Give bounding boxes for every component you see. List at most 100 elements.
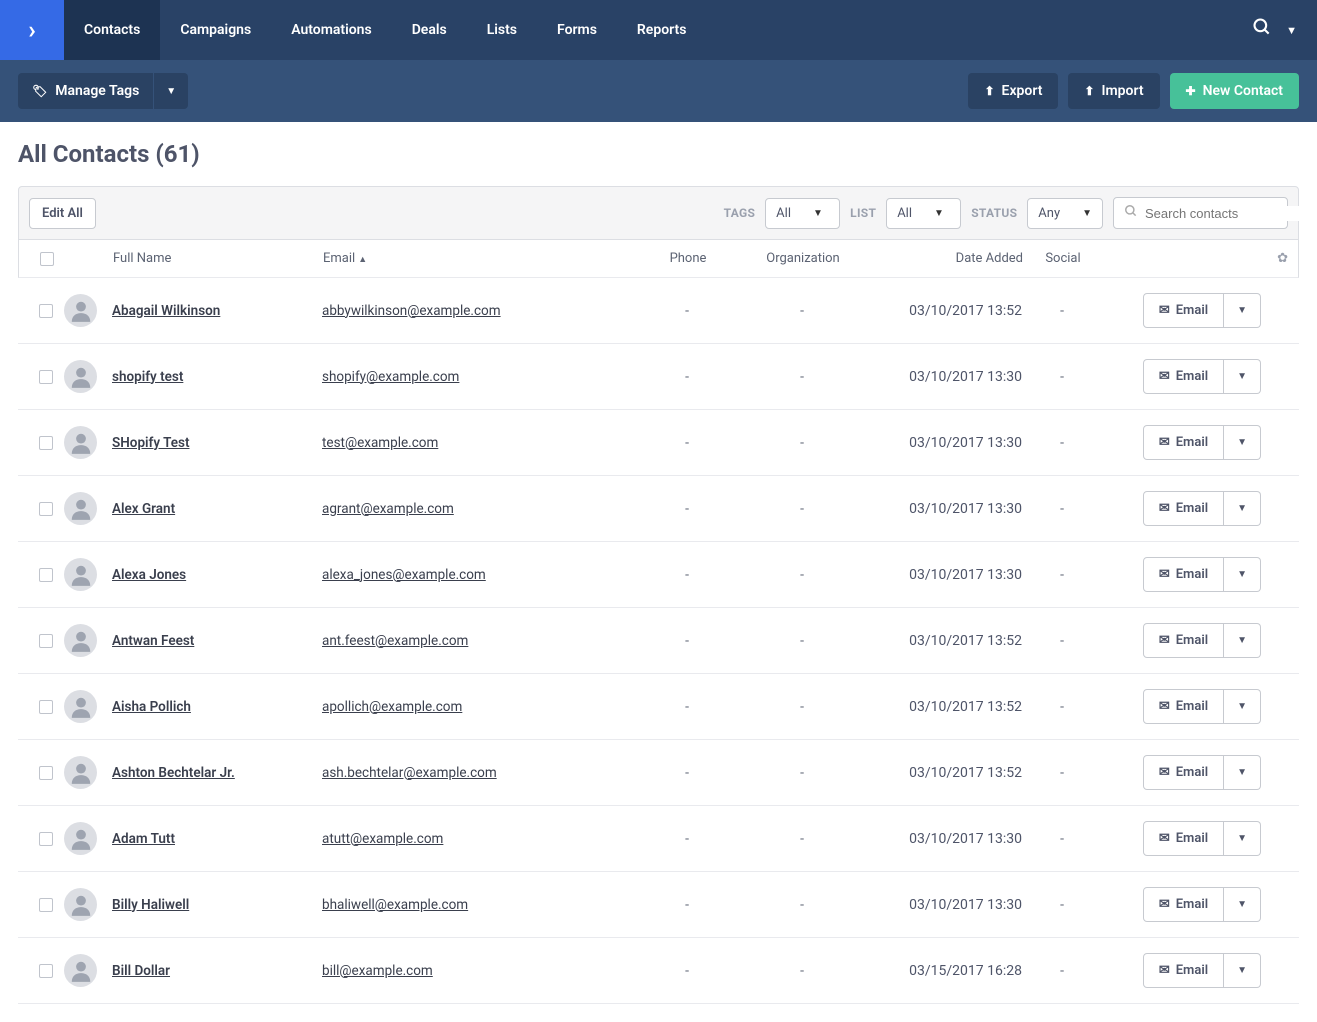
- contact-social: -: [1022, 963, 1102, 979]
- email-button[interactable]: ✉Email: [1143, 425, 1224, 460]
- manage-tags-label: Manage Tags: [55, 83, 139, 99]
- select-all-checkbox[interactable]: [40, 252, 54, 266]
- row-checkbox[interactable]: [39, 634, 53, 648]
- table-row: Ashton Bechtelar Jr. ash.bechtelar@exampl…: [18, 740, 1299, 806]
- envelope-icon: ✉: [1159, 303, 1170, 318]
- row-checkbox[interactable]: [39, 766, 53, 780]
- row-checkbox[interactable]: [39, 700, 53, 714]
- row-actions-dropdown[interactable]: ▼: [1224, 887, 1261, 922]
- contact-name-link[interactable]: shopify test: [112, 369, 183, 385]
- email-button[interactable]: ✉Email: [1143, 887, 1224, 922]
- contact-name-link[interactable]: Ashton Bechtelar Jr.: [112, 765, 235, 781]
- tags-icon: 🏷: [32, 84, 47, 98]
- nav-item-contacts[interactable]: Contacts: [64, 0, 160, 60]
- email-button[interactable]: ✉Email: [1143, 689, 1224, 724]
- email-button[interactable]: ✉Email: [1143, 821, 1224, 856]
- row-checkbox[interactable]: [39, 964, 53, 978]
- row-actions-dropdown[interactable]: ▼: [1224, 557, 1261, 592]
- row-checkbox[interactable]: [39, 370, 53, 384]
- row-actions-dropdown[interactable]: ▼: [1224, 953, 1261, 988]
- contact-name-link[interactable]: Bill Dollar: [112, 963, 170, 979]
- contact-name-link[interactable]: Alex Grant: [112, 501, 175, 517]
- nav-item-automations[interactable]: Automations: [271, 0, 392, 60]
- header-date-added[interactable]: Date Added: [863, 251, 1023, 266]
- row-actions-dropdown[interactable]: ▼: [1224, 623, 1261, 658]
- account-menu-caret[interactable]: ▼: [1286, 24, 1297, 37]
- row-checkbox[interactable]: [39, 502, 53, 516]
- row-actions-dropdown[interactable]: ▼: [1224, 755, 1261, 790]
- contact-email-link[interactable]: bill@example.com: [322, 963, 433, 979]
- contact-name-link[interactable]: Abagail Wilkinson: [112, 303, 220, 319]
- export-label: Export: [1002, 83, 1043, 99]
- row-actions-dropdown[interactable]: ▼: [1224, 491, 1261, 526]
- contact-name-link[interactable]: Alexa Jones: [112, 567, 186, 583]
- email-button[interactable]: ✉Email: [1143, 359, 1224, 394]
- contact-email-link[interactable]: ash.bechtelar@example.com: [322, 765, 497, 781]
- contact-name-link[interactable]: Billy Haliwell: [112, 897, 189, 913]
- manage-tags-button[interactable]: 🏷 Manage Tags: [18, 73, 153, 109]
- email-button[interactable]: ✉Email: [1143, 623, 1224, 658]
- nav-item-deals[interactable]: Deals: [392, 0, 467, 60]
- contact-email-link[interactable]: shopify@example.com: [322, 369, 459, 385]
- new-contact-button[interactable]: ✚ New Contact: [1170, 73, 1299, 109]
- nav-item-campaigns[interactable]: Campaigns: [160, 0, 271, 60]
- avatar: [64, 954, 97, 987]
- row-actions-dropdown[interactable]: ▼: [1224, 821, 1261, 856]
- contact-phone: -: [632, 303, 742, 319]
- nav-item-lists[interactable]: Lists: [467, 0, 537, 60]
- table-row: Billy Haliwellbhaliwell@example.com--03/…: [18, 872, 1299, 938]
- search-icon[interactable]: [1252, 17, 1272, 43]
- contact-email-link[interactable]: bhaliwell@example.com: [322, 897, 468, 913]
- row-actions-dropdown[interactable]: ▼: [1224, 689, 1261, 724]
- contact-org: -: [742, 831, 862, 847]
- row-checkbox[interactable]: [39, 568, 53, 582]
- row-actions-dropdown[interactable]: ▼: [1224, 359, 1261, 394]
- contact-email-link[interactable]: apollich@example.com: [322, 699, 462, 715]
- contact-email-link[interactable]: alexa_jones@example.com: [322, 567, 486, 583]
- contact-email-link[interactable]: abbywilkinson@example.com: [322, 303, 501, 319]
- list-filter-label: LIST: [850, 206, 876, 220]
- row-checkbox[interactable]: [39, 304, 53, 318]
- edit-all-button[interactable]: Edit All: [29, 198, 96, 229]
- import-button[interactable]: ⬆ Import: [1068, 73, 1159, 109]
- header-email[interactable]: Email▲: [323, 251, 633, 266]
- row-checkbox[interactable]: [39, 832, 53, 846]
- columns-gear-icon[interactable]: ✿: [1260, 251, 1288, 266]
- envelope-icon: ✉: [1159, 897, 1170, 912]
- row-checkbox[interactable]: [39, 436, 53, 450]
- contact-name-link[interactable]: Adam Tutt: [112, 831, 175, 847]
- header-organization[interactable]: Organization: [743, 251, 863, 266]
- row-checkbox[interactable]: [39, 898, 53, 912]
- contact-name-link[interactable]: Antwan Feest: [112, 633, 194, 649]
- header-phone[interactable]: Phone: [633, 251, 743, 266]
- list-filter-select[interactable]: All ▼: [886, 198, 961, 229]
- logo[interactable]: ›: [0, 0, 64, 60]
- contact-email-link[interactable]: atutt@example.com: [322, 831, 443, 847]
- table-row: Abagail Wilkinson abbywilkinson@example.c…: [18, 278, 1299, 344]
- email-button[interactable]: ✉Email: [1143, 293, 1224, 328]
- nav-item-forms[interactable]: Forms: [537, 0, 617, 60]
- email-button[interactable]: ✉Email: [1143, 755, 1224, 790]
- sub-bar: 🏷 Manage Tags ▼ ⬆ Export ⬆ Import ✚ New …: [0, 60, 1317, 122]
- manage-tags-dropdown[interactable]: ▼: [154, 73, 188, 109]
- search-contacts-wrap[interactable]: [1113, 197, 1288, 229]
- nav-item-reports[interactable]: Reports: [617, 0, 707, 60]
- header-full-name[interactable]: Full Name: [113, 251, 323, 266]
- row-actions-dropdown[interactable]: ▼: [1224, 293, 1261, 328]
- status-filter-select[interactable]: Any ▼: [1027, 198, 1103, 229]
- email-button[interactable]: ✉Email: [1143, 491, 1224, 526]
- contact-email-link[interactable]: ant.feest@example.com: [322, 633, 468, 649]
- tags-filter-select[interactable]: All ▼: [765, 198, 840, 229]
- contact-name-link[interactable]: SHopify Test: [112, 435, 190, 451]
- export-button[interactable]: ⬆ Export: [968, 73, 1058, 109]
- header-social[interactable]: Social: [1023, 251, 1103, 266]
- contact-email-link[interactable]: agrant@example.com: [322, 501, 454, 517]
- plus-icon: ✚: [1186, 84, 1196, 98]
- email-button[interactable]: ✉Email: [1143, 557, 1224, 592]
- contact-email-link[interactable]: test@example.com: [322, 435, 438, 451]
- row-actions-dropdown[interactable]: ▼: [1224, 425, 1261, 460]
- contact-date: 03/10/2017 13:52: [862, 303, 1022, 319]
- contact-name-link[interactable]: Aisha Pollich: [112, 699, 191, 715]
- email-button[interactable]: ✉Email: [1143, 953, 1224, 988]
- search-contacts-input[interactable]: [1145, 206, 1317, 221]
